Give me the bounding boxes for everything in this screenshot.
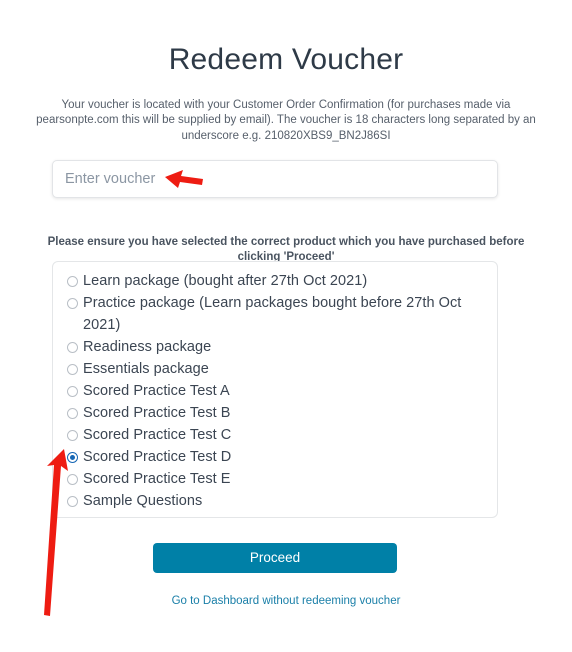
voucher-intro-text: Your voucher is located with your Custom… [36, 98, 536, 142]
option-row-essentials-package[interactable]: Essentials package [67, 359, 483, 381]
page-title: Redeem Voucher [168, 43, 404, 77]
proceed-button[interactable]: Proceed [153, 543, 397, 573]
radio-icon[interactable] [67, 407, 78, 419]
option-label: Essentials package [83, 360, 209, 377]
radio-icon[interactable] [67, 341, 78, 353]
option-label: Practice package (Learn packages bought … [83, 295, 462, 333]
redeem-voucher-page: Redeem Voucher Your voucher is located w… [0, 0, 572, 652]
option-row-scored-practice-test-a[interactable]: Scored Practice Test A [67, 381, 483, 403]
option-label: Readiness package [83, 338, 212, 355]
radio-icon[interactable] [67, 363, 78, 375]
radio-icon[interactable] [67, 495, 78, 507]
radio-icon[interactable] [67, 473, 78, 485]
radio-icon-selected[interactable] [67, 451, 78, 463]
option-label: Scored Practice Test A [83, 382, 230, 399]
option-row-scored-practice-test-e[interactable]: Scored Practice Test E [67, 469, 483, 491]
radio-icon[interactable] [67, 385, 78, 397]
voucher-input-container [52, 160, 498, 198]
go-to-dashboard-link[interactable]: Go to Dashboard without redeeming vouche… [0, 595, 572, 607]
option-row-scored-practice-test-c[interactable]: Scored Practice Test C [67, 425, 483, 447]
option-row-scored-practice-test-d[interactable]: Scored Practice Test D [67, 447, 483, 469]
option-label: Sample Questions [83, 492, 203, 509]
radio-icon[interactable] [67, 298, 78, 309]
option-row-learn-package[interactable]: Learn package (bought after 27th Oct 202… [67, 271, 483, 293]
option-label: Scored Practice Test B [83, 404, 231, 421]
option-label: Learn package (bought after 27th Oct 202… [83, 273, 368, 289]
option-row-practice-package[interactable]: Practice package (Learn packages bought … [67, 293, 483, 336]
option-row-sample-questions[interactable]: Sample Questions [67, 491, 483, 513]
product-selection-notice: Please ensure you have selected the corr… [47, 235, 525, 263]
option-row-readiness-package[interactable]: Readiness package [67, 337, 483, 359]
option-label: Scored Practice Test C [83, 426, 232, 443]
option-row-scored-practice-test-b[interactable]: Scored Practice Test B [67, 403, 483, 425]
option-label: Scored Practice Test D [83, 448, 232, 465]
radio-icon[interactable] [67, 276, 78, 287]
voucher-input[interactable] [52, 160, 498, 198]
radio-icon[interactable] [67, 429, 78, 441]
option-label: Scored Practice Test E [83, 470, 231, 487]
product-options-list: Learn package (bought after 27th Oct 202… [52, 261, 498, 518]
